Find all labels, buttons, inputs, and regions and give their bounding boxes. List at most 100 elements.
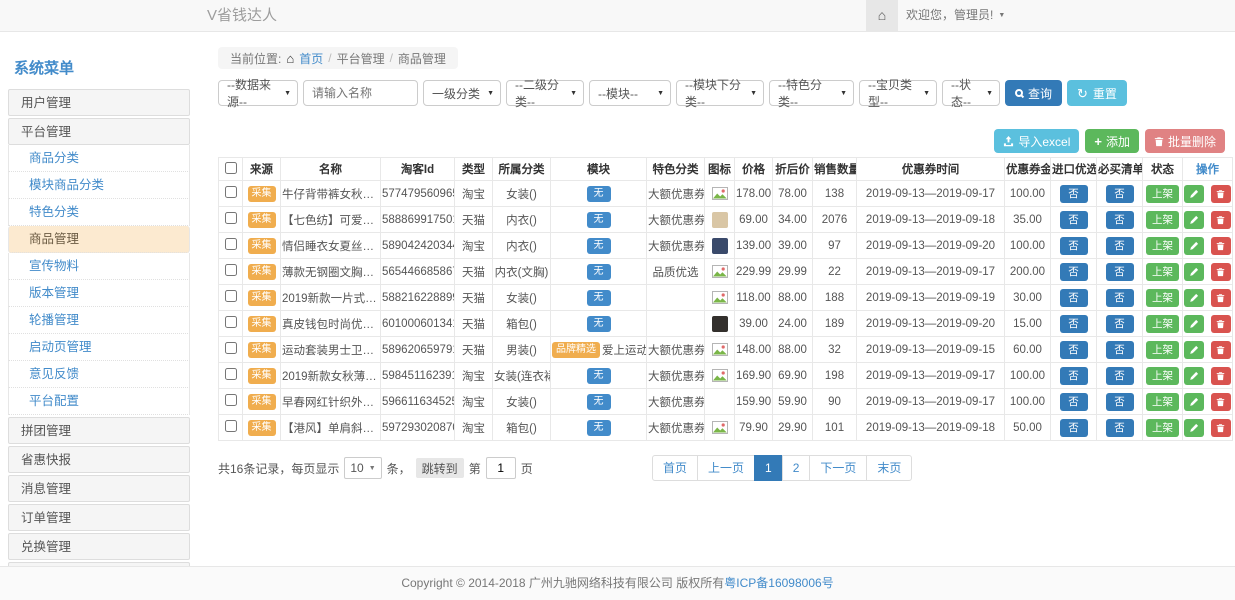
sidebar-item-orders[interactable]: 订单管理 — [8, 504, 190, 531]
row-checkbox[interactable] — [225, 212, 237, 224]
delete-button[interactable] — [1211, 237, 1231, 255]
sidebar-item-savings-express[interactable]: 省惠快报 — [8, 446, 190, 473]
import-select-toggle[interactable]: 否 — [1060, 289, 1088, 307]
page-button[interactable]: 上一页 — [697, 455, 755, 481]
filter-select-module[interactable]: --模块--▼ — [589, 80, 671, 106]
query-button[interactable]: 查询 — [1005, 80, 1062, 106]
status-button[interactable]: 上架 — [1146, 185, 1179, 203]
filter-select-level1-category[interactable]: 一级分类▼ — [423, 80, 501, 106]
filter-select-data-source[interactable]: --数据来源--▼ — [218, 80, 298, 106]
page-button[interactable]: 末页 — [866, 455, 912, 481]
row-checkbox[interactable] — [225, 238, 237, 250]
import-select-toggle[interactable]: 否 — [1060, 315, 1088, 333]
import-select-toggle[interactable]: 否 — [1060, 237, 1088, 255]
edit-button[interactable] — [1184, 185, 1204, 203]
status-button[interactable]: 上架 — [1146, 315, 1179, 333]
sidebar-item-group-buy[interactable]: 拼团管理 — [8, 417, 190, 444]
jump-to-button[interactable]: 跳转到 — [416, 458, 464, 478]
sidebar-item-users[interactable]: 用户管理 — [8, 89, 190, 116]
reset-button[interactable]: ↻重置 — [1067, 80, 1127, 106]
add-button[interactable]: + 添加 — [1085, 129, 1139, 153]
delete-button[interactable] — [1211, 315, 1231, 333]
sidebar-item-platform[interactable]: 平台管理 — [8, 118, 190, 145]
jump-page-input[interactable] — [486, 457, 516, 479]
sidebar-item-exchange[interactable]: 兑换管理 — [8, 533, 190, 560]
sidebar-item-goods-management[interactable]: 商品管理 — [8, 226, 190, 253]
delete-button[interactable] — [1211, 367, 1231, 385]
filter-select-level2-category[interactable]: --二级分类--▼ — [506, 80, 584, 106]
edit-button[interactable] — [1184, 315, 1204, 333]
page-button[interactable]: 2 — [782, 455, 811, 481]
delete-button[interactable] — [1211, 393, 1231, 411]
delete-button[interactable] — [1211, 211, 1231, 229]
sidebar-item-splash[interactable]: 启动页管理 — [8, 334, 190, 361]
status-button[interactable]: 上架 — [1146, 419, 1179, 437]
row-checkbox[interactable] — [225, 264, 237, 276]
must-buy-toggle[interactable]: 否 — [1106, 419, 1134, 437]
delete-button[interactable] — [1211, 419, 1231, 437]
must-buy-toggle[interactable]: 否 — [1106, 315, 1134, 333]
sidebar-item-messages[interactable]: 消息管理 — [8, 475, 190, 502]
import-excel-button[interactable]: 导入excel — [994, 129, 1079, 153]
row-checkbox[interactable] — [225, 368, 237, 380]
sidebar-item-feedback[interactable]: 意见反馈 — [8, 361, 190, 388]
import-select-toggle[interactable]: 否 — [1060, 263, 1088, 281]
must-buy-toggle[interactable]: 否 — [1106, 289, 1134, 307]
row-checkbox[interactable] — [225, 290, 237, 302]
status-button[interactable]: 上架 — [1146, 367, 1179, 385]
edit-button[interactable] — [1184, 237, 1204, 255]
delete-button[interactable] — [1211, 341, 1231, 359]
status-button[interactable]: 上架 — [1146, 341, 1179, 359]
icp-link[interactable]: 粤ICP备16098006号 — [724, 576, 833, 590]
must-buy-toggle[interactable]: 否 — [1106, 237, 1134, 255]
sidebar-item-platform-config[interactable]: 平台配置 — [8, 388, 190, 415]
edit-button[interactable] — [1184, 211, 1204, 229]
filter-select-module-sub[interactable]: --模块下分类--▼ — [676, 80, 764, 106]
row-checkbox[interactable] — [225, 316, 237, 328]
sidebar-item-module-goods-category[interactable]: 模块商品分类 — [8, 172, 190, 199]
status-button[interactable]: 上架 — [1146, 211, 1179, 229]
breadcrumb-home-link[interactable]: 首页 — [299, 50, 323, 67]
page-button[interactable]: 下一页 — [809, 455, 867, 481]
row-checkbox[interactable] — [225, 420, 237, 432]
import-select-toggle[interactable]: 否 — [1060, 393, 1088, 411]
sidebar-item-feature-category[interactable]: 特色分类 — [8, 199, 190, 226]
delete-button[interactable] — [1211, 263, 1231, 281]
must-buy-toggle[interactable]: 否 — [1106, 393, 1134, 411]
select-all-checkbox[interactable] — [225, 162, 237, 174]
must-buy-toggle[interactable]: 否 — [1106, 185, 1134, 203]
filter-select-item-type[interactable]: --宝贝类型--▼ — [859, 80, 937, 106]
import-select-toggle[interactable]: 否 — [1060, 211, 1088, 229]
row-checkbox[interactable] — [225, 394, 237, 406]
delete-button[interactable] — [1211, 289, 1231, 307]
must-buy-toggle[interactable]: 否 — [1106, 367, 1134, 385]
edit-button[interactable] — [1184, 419, 1204, 437]
delete-button[interactable] — [1211, 185, 1231, 203]
import-select-toggle[interactable]: 否 — [1060, 367, 1088, 385]
filter-select-status[interactable]: --状态--▼ — [942, 80, 1000, 106]
edit-button[interactable] — [1184, 289, 1204, 307]
import-select-toggle[interactable]: 否 — [1060, 341, 1088, 359]
import-select-toggle[interactable]: 否 — [1060, 419, 1088, 437]
edit-button[interactable] — [1184, 341, 1204, 359]
sidebar-item-goods-category[interactable]: 商品分类 — [8, 145, 190, 172]
row-checkbox[interactable] — [225, 186, 237, 198]
edit-button[interactable] — [1184, 367, 1204, 385]
per-page-select[interactable]: 10 ▼ — [344, 457, 381, 479]
row-checkbox[interactable] — [225, 342, 237, 354]
status-button[interactable]: 上架 — [1146, 237, 1179, 255]
edit-button[interactable] — [1184, 263, 1204, 281]
batch-delete-button[interactable]: 批量删除 — [1145, 129, 1225, 153]
sidebar-item-promo-material[interactable]: 宣传物料 — [8, 253, 190, 280]
status-button[interactable]: 上架 — [1146, 289, 1179, 307]
status-button[interactable]: 上架 — [1146, 263, 1179, 281]
page-button[interactable]: 首页 — [652, 455, 698, 481]
sidebar-item-version[interactable]: 版本管理 — [8, 280, 190, 307]
must-buy-toggle[interactable]: 否 — [1106, 341, 1134, 359]
must-buy-toggle[interactable]: 否 — [1106, 211, 1134, 229]
import-select-toggle[interactable]: 否 — [1060, 185, 1088, 203]
sidebar-item-carousel[interactable]: 轮播管理 — [8, 307, 190, 334]
status-button[interactable]: 上架 — [1146, 393, 1179, 411]
page-button-current[interactable]: 1 — [754, 455, 783, 481]
must-buy-toggle[interactable]: 否 — [1106, 263, 1134, 281]
